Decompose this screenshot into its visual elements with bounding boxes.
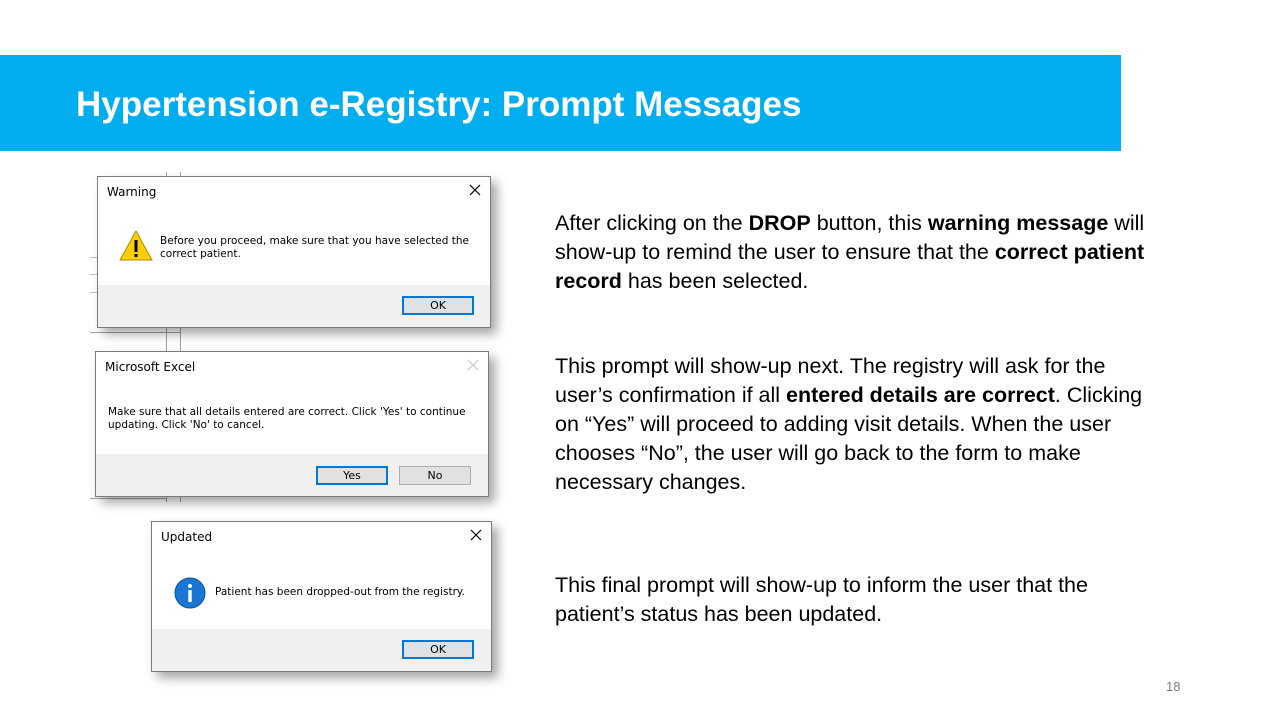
- text-run: has been selected.: [621, 269, 809, 293]
- updated-dialog: Updated Patient has been dropped-out fro…: [151, 521, 492, 672]
- close-icon: [464, 356, 482, 374]
- dialog-title: Updated: [161, 530, 213, 544]
- dialog-footer: OK: [98, 285, 490, 327]
- paragraph-confirmation: This prompt will show-up next. The regis…: [555, 352, 1145, 497]
- updated-dialog-screenshot: Updated Patient has been dropped-out fro…: [151, 521, 492, 672]
- dialog-message: Before you proceed, make sure that you h…: [160, 235, 469, 261]
- slide-title: Hypertension e-Registry: Prompt Messages: [76, 85, 802, 124]
- paragraph-updated: This final prompt will show-up to inform…: [555, 571, 1145, 629]
- paragraph-warning: After clicking on the DROP button, this …: [555, 209, 1145, 296]
- excel-dialog-screenshot: Microsoft Excel Make sure that all detai…: [95, 351, 489, 497]
- dialog-message: Make sure that all details entered are c…: [108, 406, 466, 432]
- close-icon[interactable]: [466, 181, 484, 199]
- warning-triangle-icon: [119, 229, 153, 265]
- text-run: button, this: [810, 211, 928, 235]
- dialog-title: Warning: [107, 185, 157, 199]
- text-run-bold: DROP: [748, 211, 811, 235]
- dialog-message: Patient has been dropped-out from the re…: [215, 586, 465, 598]
- text-run: This final prompt will show-up to inform…: [555, 573, 1088, 626]
- dialog-footer: OK: [152, 629, 491, 671]
- message-line: Make sure that all details entered are c…: [108, 406, 466, 418]
- close-icon[interactable]: [467, 526, 485, 544]
- text-run-bold: entered details are correct: [786, 383, 1055, 407]
- ok-button[interactable]: OK: [402, 296, 474, 315]
- message-line: correct patient.: [160, 248, 241, 260]
- no-button[interactable]: No: [399, 466, 471, 485]
- warning-dialog-screenshot: Warning Before you proceed, make sure th…: [97, 176, 491, 328]
- ok-button[interactable]: OK: [402, 640, 474, 659]
- message-line: updating. Click 'No' to cancel.: [108, 419, 265, 431]
- excel-confirm-dialog: Microsoft Excel Make sure that all detai…: [95, 351, 489, 497]
- dialog-footer: Yes No: [96, 454, 488, 496]
- dialog-title: Microsoft Excel: [105, 360, 196, 374]
- page-number: 18: [1166, 679, 1181, 694]
- yes-button[interactable]: Yes: [316, 466, 388, 485]
- text-run: After clicking on the: [555, 211, 749, 235]
- text-run-bold: warning message: [927, 211, 1109, 235]
- info-circle-icon: [174, 577, 206, 613]
- warning-dialog: Warning Before you proceed, make sure th…: [97, 176, 491, 328]
- message-line: Before you proceed, make sure that you h…: [160, 235, 469, 247]
